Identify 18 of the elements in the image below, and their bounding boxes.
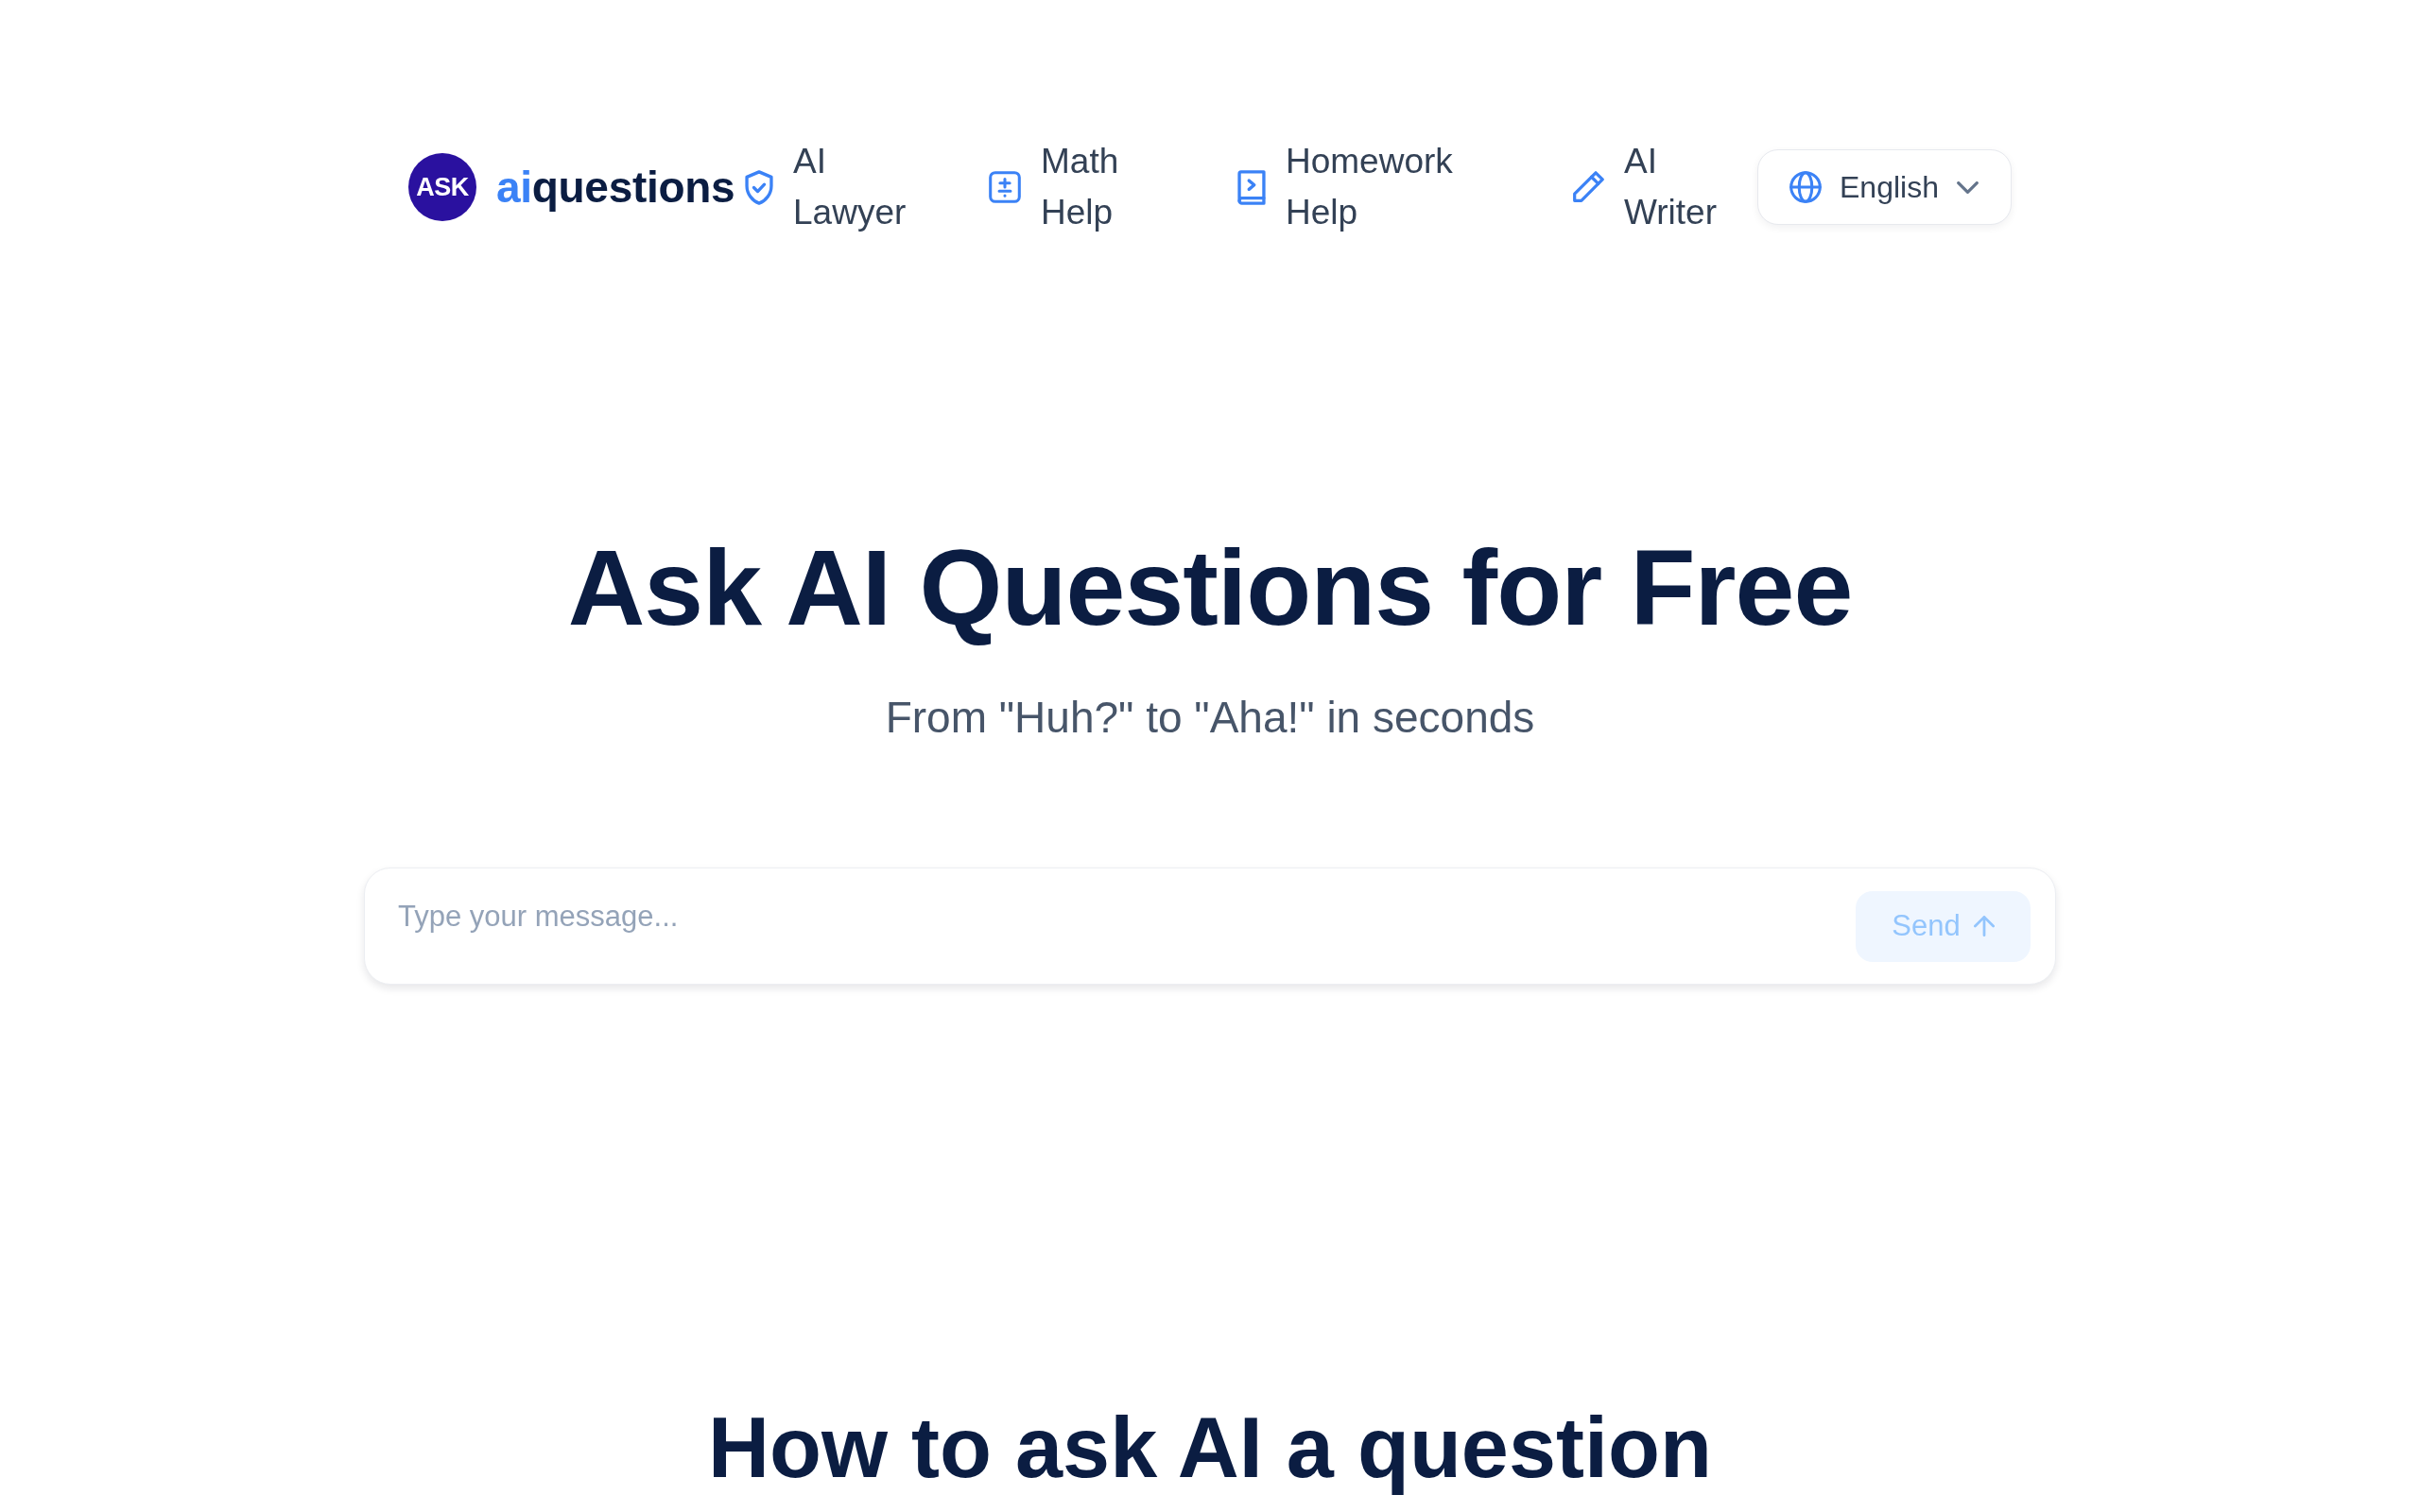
hero-subtitle: From "Huh?" to "Aha!" in seconds — [885, 692, 1535, 744]
shield-check-icon — [745, 169, 773, 205]
chevron-down-icon — [1956, 180, 1979, 194]
nav-link[interactable]: Math Help — [989, 136, 1119, 238]
message-field[interactable]: Type your message... — [365, 868, 1856, 984]
hero-title: Ask AI Questions for Free — [567, 527, 1853, 649]
logo-mark: ASK — [408, 153, 476, 221]
plus-minus-square-icon — [989, 171, 1021, 203]
nav-link[interactable]: AI Writer — [1572, 136, 1717, 238]
globe-icon — [1789, 171, 1822, 203]
language-select[interactable]: English — [1757, 149, 2012, 225]
book-icon — [1237, 169, 1266, 205]
nav-link[interactable]: Homework Help — [1237, 136, 1453, 238]
pencil-icon — [1572, 171, 1604, 203]
nav-link[interactable]: AI Lawyer — [745, 136, 907, 238]
section-heading: How to ask AI a question — [708, 1400, 1712, 1495]
arrow-up-icon — [1973, 916, 1995, 936]
brand-wordmark: aiquestions — [496, 162, 735, 213]
